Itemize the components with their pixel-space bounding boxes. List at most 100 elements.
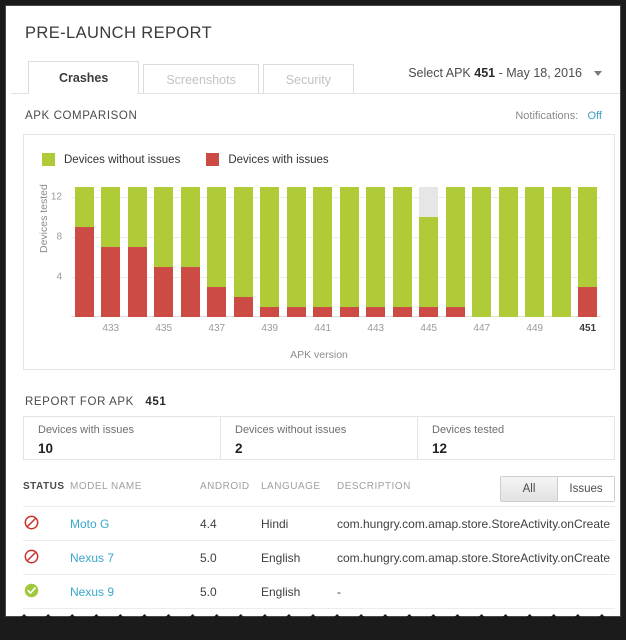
chart-x-tick: 445 (420, 323, 438, 334)
check-circle-icon (24, 583, 39, 598)
chart-plot-area: 4 8 12 433 435 437 439 441 443 445 447 449 451 (51, 187, 602, 334)
table-row[interactable]: Nexus 7 5.0 English com.hungry.com.amap.sto… (23, 540, 615, 574)
report-heading-prefix: REPORT FOR APK (25, 396, 134, 408)
cell-android-version: 5.0 (200, 585, 217, 599)
notifications-label: Notifications: (515, 110, 579, 122)
chart-x-tick: 447 (473, 323, 491, 334)
report-heading: REPORT FOR APK 451 (25, 396, 166, 408)
cell-language: Hindi (261, 517, 289, 531)
chart-x-tick: 433 (102, 323, 120, 334)
chart-bar-stack (366, 187, 386, 317)
notifications-value[interactable]: Off (588, 110, 602, 122)
cell-android-version: 5.0 (200, 551, 217, 565)
chart-bar-stack (127, 187, 147, 317)
chart-y-tick: 8 (56, 231, 62, 243)
cell-language: English (261, 585, 301, 599)
chart-bar-column[interactable]: 443 (363, 187, 390, 334)
chart-y-axis-label: Devices tested (38, 184, 50, 253)
chart-segment-not-tested (419, 187, 439, 217)
chart-bar-column[interactable]: 449 (522, 187, 549, 334)
chart-bar-column[interactable] (124, 187, 151, 317)
chart-segment-with-issues (154, 267, 174, 317)
cell-description: - (337, 585, 341, 599)
chart-bar-column[interactable] (442, 187, 469, 317)
apk-selector-version: 451 (474, 66, 496, 80)
error-circle-icon (24, 549, 39, 564)
summary-value: 12 (432, 441, 448, 456)
chart-segment-with-issues (313, 307, 333, 317)
chart-bar-stack (313, 187, 333, 317)
chart-bar-column[interactable] (548, 187, 575, 317)
chart-bar-stack (286, 187, 306, 317)
summary-value: 2 (235, 441, 243, 456)
tab-bar: Crashes Screenshots Security (28, 61, 358, 94)
chart-segment-with-issues (419, 307, 439, 317)
column-header-language: LANGUAGE (261, 481, 321, 492)
chart-segment-with-issues (445, 307, 465, 317)
chart-y-tick: 12 (50, 191, 62, 203)
apk-selector-date: May 18, 2016 (506, 66, 582, 80)
chart-bar-column[interactable]: 437 (204, 187, 231, 334)
chart-bar-column[interactable]: 439 (257, 187, 284, 334)
chart-bar-column[interactable]: 451 (575, 187, 602, 334)
chart-x-tick: 451 (579, 323, 597, 334)
summary-card-devices-tested: Devices tested 12 (418, 417, 614, 459)
cell-model-name[interactable]: Nexus 9 (70, 585, 114, 599)
chart-bar-column[interactable]: 445 (416, 187, 443, 334)
chart-segment-without-issues (419, 217, 439, 307)
chart-segment-with-issues (286, 307, 306, 317)
tab-crashes[interactable]: Crashes (28, 61, 140, 94)
active-tab-connector (29, 93, 137, 95)
column-header-description: DESCRIPTION (337, 481, 411, 492)
torn-edge-shape (0, 614, 626, 640)
chart-x-tick: 437 (208, 323, 226, 334)
chart-segment-without-issues (154, 187, 174, 267)
summary-label: Devices with issues (38, 424, 134, 436)
chart-bar-stack (180, 187, 200, 317)
tab-security[interactable]: Security (262, 64, 354, 94)
cell-android-version: 4.4 (200, 517, 217, 531)
screenshot-frame: PRE-LAUNCH REPORT Crashes Screenshots Se… (0, 0, 626, 640)
chart-bar-column[interactable] (495, 187, 522, 317)
chart-segment-without-issues (392, 187, 412, 307)
chart-bar-stack (525, 187, 545, 317)
table-header-row: STATUS MODEL NAME ANDROID LANGUAGE DESCR… (23, 476, 615, 506)
cell-model-name[interactable]: Nexus 7 (70, 551, 114, 565)
filter-button-issues[interactable]: Issues (558, 477, 614, 501)
chart-bar-column[interactable] (230, 187, 257, 317)
chart-bar-stack (154, 187, 174, 317)
legend-label-with-issues: Devices with issues (228, 153, 329, 166)
table-row[interactable]: Moto G 4.4 Hindi com.hungry.com.amap.store.… (23, 506, 615, 540)
chart-bar-stack (207, 187, 227, 317)
report-card: PRE-LAUNCH REPORT Crashes Screenshots Se… (5, 5, 621, 617)
chart-segment-with-issues (339, 307, 359, 317)
chart-segment-with-issues (180, 267, 200, 317)
chart-bar-column[interactable] (336, 187, 363, 317)
chart-bar-column[interactable] (283, 187, 310, 317)
chart-bar-column[interactable]: 447 (469, 187, 496, 334)
chart-bar-column[interactable] (71, 187, 98, 317)
chart-segment-without-issues (445, 187, 465, 307)
chart-bar-column[interactable] (177, 187, 204, 317)
page-title: PRE-LAUNCH REPORT (25, 24, 213, 42)
report-heading-version: 451 (145, 396, 167, 408)
apk-selector-prefix: Select APK (408, 66, 471, 80)
cell-model-name[interactable]: Moto G (70, 517, 109, 531)
apk-selector[interactable]: Select APK 451 - May 18, 2016 (408, 66, 602, 80)
filter-button-all[interactable]: All (501, 477, 558, 501)
chart-bar-column[interactable]: 441 (310, 187, 337, 334)
chart-bar-stack (339, 187, 359, 317)
column-header-android: ANDROID (200, 481, 250, 492)
chart-segment-without-issues (260, 187, 280, 307)
chart-segment-with-issues (366, 307, 386, 317)
chart-bar-column[interactable]: 433 (98, 187, 125, 334)
chart-segment-with-issues (74, 227, 94, 317)
chevron-down-icon[interactable] (594, 70, 602, 76)
chart-segment-without-issues (339, 187, 359, 307)
chart-bar-column[interactable]: 435 (151, 187, 178, 334)
torn-paper-edge (0, 604, 626, 640)
tab-screenshots[interactable]: Screenshots (143, 64, 259, 94)
chart-bar-column[interactable] (389, 187, 416, 317)
chart-segment-without-issues (472, 187, 492, 317)
column-header-status: STATUS (23, 481, 65, 492)
